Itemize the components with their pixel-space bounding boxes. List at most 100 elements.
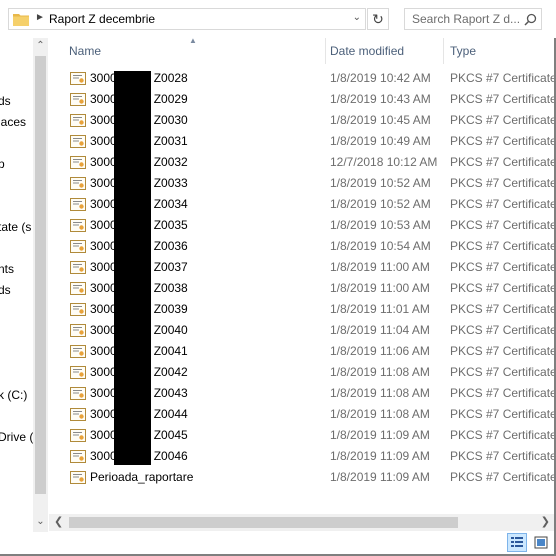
h-scroll-thumb[interactable] bbox=[69, 517, 458, 528]
address-path[interactable]: Raport Z decembrie bbox=[49, 12, 155, 26]
horizontal-scrollbar[interactable]: ❮ ❯ bbox=[49, 514, 554, 531]
certificate-icon bbox=[70, 240, 86, 253]
nav-item[interactable]: p bbox=[0, 157, 5, 171]
file-name-prefix: 3000 bbox=[90, 239, 117, 253]
file-name-suffix: Z0038 bbox=[153, 281, 188, 295]
column-divider[interactable] bbox=[443, 38, 444, 64]
chevron-right-icon[interactable]: ► bbox=[35, 12, 45, 23]
file-name-suffix: Z0045 bbox=[153, 428, 188, 442]
file-date-modified: 1/8/2019 11:00 AM bbox=[330, 281, 430, 295]
chevron-down-icon[interactable]: ⌄ bbox=[353, 12, 361, 23]
file-type: PKCS #7 Certificates bbox=[450, 344, 554, 358]
file-date-modified: 1/8/2019 10:49 AM bbox=[330, 134, 431, 148]
file-type: PKCS #7 Certificates bbox=[450, 134, 554, 148]
scroll-down-icon[interactable]: ⌄ bbox=[33, 516, 48, 527]
file-type: PKCS #7 Certificates bbox=[450, 113, 554, 127]
file-name-prefix: 3000 bbox=[90, 302, 117, 316]
file-type: PKCS #7 Certificates bbox=[450, 386, 554, 400]
search-input[interactable]: Search Raport Z d... bbox=[404, 8, 542, 30]
file-type: PKCS #7 Certificates bbox=[450, 218, 554, 232]
file-date-modified: 1/8/2019 10:43 AM bbox=[330, 92, 431, 106]
file-date-modified: 1/8/2019 11:08 AM bbox=[330, 365, 430, 379]
nav-vertical-scrollbar[interactable]: ⌃ ⌄ bbox=[33, 38, 48, 532]
file-name-suffix: Z0036 bbox=[153, 239, 188, 253]
file-type: PKCS #7 Certificates bbox=[450, 470, 554, 484]
details-view-button[interactable] bbox=[507, 533, 527, 552]
search-placeholder: Search Raport Z d... bbox=[412, 12, 521, 26]
certificate-icon bbox=[70, 429, 86, 442]
file-name-suffix: Z0035 bbox=[153, 218, 188, 232]
file-name-prefix: 3000 bbox=[90, 113, 117, 127]
file-date-modified: 1/8/2019 11:08 AM bbox=[330, 386, 430, 400]
address-bar[interactable]: ► Raport Z decembrie ⌄ bbox=[8, 8, 366, 30]
nav-scroll-thumb[interactable] bbox=[35, 56, 46, 494]
column-header-name[interactable]: Name bbox=[69, 38, 101, 64]
file-name-suffix: Z0032 bbox=[153, 155, 188, 169]
file-date-modified: 1/8/2019 11:01 AM bbox=[330, 302, 430, 316]
column-divider[interactable] bbox=[325, 38, 326, 64]
file-date-modified: 1/8/2019 10:52 AM bbox=[330, 176, 431, 190]
file-row[interactable]: Perioada_raportare 1/8/2019 11:09 AM PKCS … bbox=[49, 467, 554, 488]
file-name-suffix: Z0034 bbox=[153, 197, 188, 211]
scroll-right-icon[interactable]: ❯ bbox=[541, 515, 550, 528]
file-type: PKCS #7 Certificates bbox=[450, 365, 554, 379]
file-name-suffix: Z0031 bbox=[153, 134, 188, 148]
certificate-icon bbox=[70, 345, 86, 358]
file-name-prefix: 3000 bbox=[90, 407, 117, 421]
nav-item[interactable]: ds bbox=[0, 94, 11, 108]
file-type: PKCS #7 Certificates bbox=[450, 449, 554, 463]
file-date-modified: 1/8/2019 10:52 AM bbox=[330, 197, 431, 211]
file-name-prefix: 3000 bbox=[90, 134, 117, 148]
nav-item[interactable]: laces bbox=[0, 115, 26, 129]
file-date-modified: 1/8/2019 11:08 AM bbox=[330, 407, 430, 421]
file-name-suffix: Z0043 bbox=[153, 386, 188, 400]
file-name-suffix: Z0028 bbox=[153, 71, 188, 85]
certificate-icon bbox=[70, 282, 86, 295]
nav-item-local-disk[interactable]: k (C:) bbox=[0, 388, 27, 402]
file-type: PKCS #7 Certificates bbox=[450, 155, 554, 169]
certificate-icon bbox=[70, 219, 86, 232]
file-name-suffix: Z0037 bbox=[153, 260, 188, 274]
file-type: PKCS #7 Certificates bbox=[450, 302, 554, 316]
details-view-icon bbox=[511, 537, 523, 547]
certificate-icon bbox=[70, 177, 86, 190]
file-date-modified: 1/8/2019 11:00 AM bbox=[330, 260, 430, 274]
file-explorer-window: ► Raport Z decembrie ⌄ ↻ Search Raport Z… bbox=[0, 0, 556, 556]
refresh-button[interactable]: ↻ bbox=[367, 8, 389, 30]
file-name-prefix: 3000 bbox=[90, 365, 117, 379]
file-name[interactable]: Perioada_raportare bbox=[90, 470, 193, 484]
certificate-icon bbox=[70, 324, 86, 337]
status-bar bbox=[0, 532, 554, 554]
nav-item[interactable]: tate (s bbox=[0, 220, 31, 234]
nav-item[interactable]: ds bbox=[0, 283, 11, 297]
certificate-icon bbox=[70, 93, 86, 106]
file-name-prefix: 3000 bbox=[90, 428, 117, 442]
file-name-suffix: Z0033 bbox=[153, 176, 188, 190]
file-date-modified: 1/8/2019 10:53 AM bbox=[330, 218, 431, 232]
file-date-modified: 1/8/2019 10:54 AM bbox=[330, 239, 431, 253]
certificate-icon bbox=[70, 114, 86, 127]
search-icon bbox=[524, 13, 537, 26]
large-icons-view-icon bbox=[534, 536, 548, 549]
certificate-icon bbox=[70, 72, 86, 85]
file-type: PKCS #7 Certificates bbox=[450, 260, 554, 274]
file-type: PKCS #7 Certificates bbox=[450, 176, 554, 190]
file-type: PKCS #7 Certificates bbox=[450, 407, 554, 421]
column-header-type[interactable]: Type bbox=[450, 38, 476, 64]
file-type: PKCS #7 Certificates bbox=[450, 197, 554, 211]
column-header-date[interactable]: Date modified bbox=[330, 38, 404, 64]
large-icons-view-button[interactable] bbox=[531, 533, 551, 552]
certificate-icon bbox=[70, 366, 86, 379]
file-name-prefix: 3000 bbox=[90, 71, 117, 85]
refresh-icon: ↻ bbox=[372, 11, 384, 27]
certificate-icon bbox=[70, 471, 86, 484]
file-name-prefix: 3000 bbox=[90, 155, 117, 169]
file-date-modified: 1/8/2019 11:04 AM bbox=[330, 323, 430, 337]
address-bar-area: ► Raport Z decembrie ⌄ ↻ Search Raport Z… bbox=[0, 0, 556, 38]
certificate-icon bbox=[70, 156, 86, 169]
scroll-left-icon[interactable]: ❮ bbox=[54, 515, 63, 528]
redaction-block bbox=[114, 71, 151, 465]
scroll-up-icon[interactable]: ⌃ bbox=[33, 40, 48, 51]
nav-item[interactable]: nts bbox=[0, 262, 14, 276]
file-name-prefix: 3000 bbox=[90, 344, 117, 358]
